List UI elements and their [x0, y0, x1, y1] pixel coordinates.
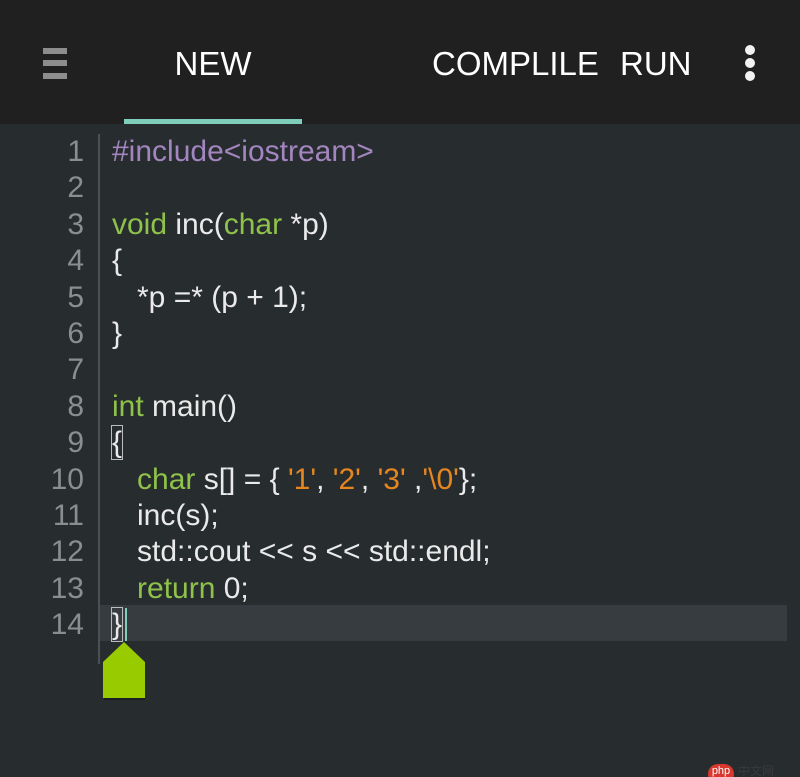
code-token: std::cout << s << std::endl; — [112, 535, 491, 569]
preprocessor-token: #include<iostream> — [112, 135, 374, 168]
code-token: , — [316, 462, 333, 496]
keyword-token: void — [112, 207, 168, 241]
line-number: 11 — [52, 499, 84, 532]
keyword-token: return — [137, 571, 216, 605]
code-line[interactable]: 2 — [0, 170, 800, 206]
watermark-text: 中文网 — [738, 764, 775, 777]
run-button[interactable]: RUN — [620, 44, 692, 84]
code-token: s[] = { — [195, 462, 288, 496]
line-number: 9 — [67, 426, 84, 460]
keyword-token: char — [137, 462, 196, 496]
code-line[interactable]: 10 char s[] = { '1', '2', '3' ,'\0'}; — [0, 462, 800, 498]
code-token: }; — [458, 462, 478, 496]
watermark: php 中文网 — [708, 764, 800, 777]
code-line[interactable]: 3 void inc(char *p) — [0, 207, 800, 243]
keyword-token: int — [112, 389, 144, 423]
code-line[interactable]: 11 inc(s); — [0, 498, 800, 534]
code-line[interactable]: 13 return 0; — [0, 571, 800, 607]
code-line[interactable]: 5 *p =* (p + 1); — [0, 280, 800, 316]
string-token: '3' — [377, 462, 406, 496]
code-text: { — [110, 425, 124, 461]
more-options-icon[interactable] — [742, 44, 758, 82]
code-line[interactable]: 8 int main() — [0, 389, 800, 425]
code-token: *p =* (p + 1); — [112, 280, 308, 314]
string-token: '2' — [332, 462, 361, 496]
code-token: { — [112, 244, 123, 278]
keyword-token: char — [223, 207, 283, 241]
code-text: char s[] = { '1', '2', '3' ,'\0'}; — [112, 462, 477, 498]
menu-bar — [43, 73, 67, 79]
code-text: } — [112, 316, 122, 352]
code-line[interactable]: 4{ — [0, 243, 800, 279]
line-number: 6 — [67, 317, 84, 350]
line-number: 13 — [50, 571, 84, 605]
code-token: } — [110, 607, 124, 643]
string-token: '1' — [287, 462, 317, 496]
code-token: 0; — [215, 571, 249, 605]
line-number: 1 — [67, 135, 84, 168]
code-token: } — [112, 317, 123, 350]
code-text: return 0; — [112, 571, 249, 607]
code-text: } — [110, 607, 124, 643]
text-caret — [125, 608, 127, 641]
tab-new[interactable]: NEW — [124, 0, 302, 124]
line-number: 2 — [67, 171, 84, 205]
dot — [745, 45, 755, 55]
line-number: 14 — [50, 608, 84, 642]
line-number: 5 — [67, 280, 84, 314]
code-line[interactable]: 7 — [0, 352, 800, 388]
line-number: 7 — [67, 353, 84, 387]
code-editor[interactable]: 1 #include<iostream> 2 3 void inc(char *p) 4{… — [0, 124, 800, 777]
hamburger-menu-icon[interactable] — [43, 46, 67, 80]
code-text: int main() — [112, 389, 237, 425]
code-token: { — [110, 425, 124, 461]
code-token: , — [405, 462, 423, 496]
line-number: 12 — [50, 535, 84, 569]
dot — [745, 71, 755, 81]
app-toolbar: NEW COMPLILE RUN — [0, 0, 800, 124]
compile-button[interactable]: COMPLILE — [432, 44, 599, 84]
code-line[interactable]: 12 std::cout << s << std::endl; — [0, 534, 800, 570]
cursor-handle-icon[interactable] — [103, 642, 145, 700]
tab-new-label: NEW — [174, 45, 252, 82]
code-token: *p) — [282, 207, 329, 241]
dot — [745, 58, 755, 68]
line-number: 8 — [67, 389, 84, 423]
watermark-badge: php — [708, 764, 734, 777]
line-number: 3 — [67, 207, 84, 241]
code-token: main() — [143, 389, 238, 423]
line-number: 4 — [67, 244, 84, 278]
code-text: #include<iostream> — [112, 134, 374, 170]
code-line[interactable]: 6} — [0, 316, 800, 352]
menu-bar — [43, 48, 67, 54]
code-token: inc(s); — [112, 499, 219, 532]
code-text: { — [112, 243, 122, 279]
code-line[interactable]: 14} — [0, 607, 800, 643]
line-number: 10 — [50, 462, 84, 496]
code-token: inc( — [167, 207, 224, 241]
code-text: std::cout << s << std::endl; — [112, 534, 491, 570]
string-token: '\0' — [422, 462, 459, 496]
code-token: , — [360, 462, 378, 496]
code-text: *p =* (p + 1); — [112, 280, 307, 316]
menu-bar — [43, 60, 67, 66]
code-line[interactable]: 9{ — [0, 425, 800, 461]
code-text: void inc(char *p) — [112, 207, 329, 243]
code-line[interactable]: 1 #include<iostream> — [0, 134, 800, 170]
code-text: inc(s); — [112, 498, 219, 534]
